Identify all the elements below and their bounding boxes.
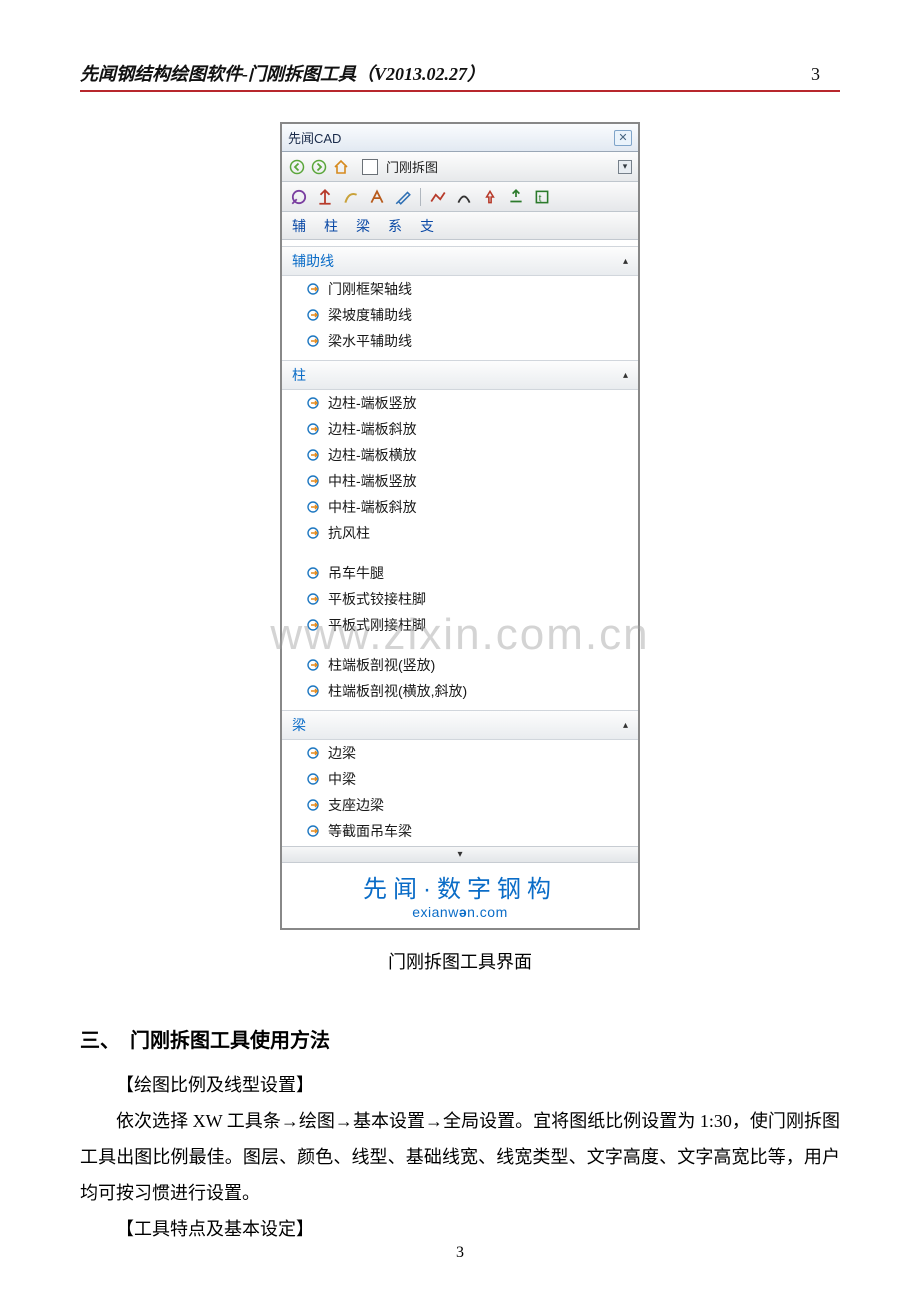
- forward-icon[interactable]: [310, 158, 328, 176]
- group-title: 柱: [292, 365, 306, 385]
- list-item[interactable]: 中梁: [282, 766, 638, 792]
- list-item[interactable]: 梁坡度辅助线: [282, 302, 638, 328]
- cad-tree: 辅助线 ▴ 门刚框架轴线 梁坡度辅助线 梁水平辅助线 柱 ▴ 边柱-端板竖放 边…: [282, 240, 638, 846]
- paragraph: 【工具特点及基本设定】: [80, 1211, 840, 1247]
- scroll-down-icon[interactable]: ▾: [282, 846, 638, 862]
- home-icon[interactable]: [332, 158, 350, 176]
- list-item[interactable]: 边柱-端板竖放: [282, 390, 638, 416]
- group-header-column[interactable]: 柱 ▴: [282, 360, 638, 390]
- bullet-icon: [306, 566, 320, 580]
- group-header-aux[interactable]: 辅助线 ▴: [282, 246, 638, 276]
- list-item[interactable]: 中柱-端板斜放: [282, 494, 638, 520]
- tab-system[interactable]: 系: [388, 216, 402, 236]
- cad-window-title: 先闻CAD: [288, 128, 341, 147]
- tool-icon-4[interactable]: [368, 188, 386, 206]
- bullet-icon: [306, 500, 320, 514]
- group-title: 辅助线: [292, 251, 334, 271]
- header-page-number: 3: [811, 64, 840, 85]
- list-item[interactable]: 中柱-端板竖放: [282, 468, 638, 494]
- collapse-icon[interactable]: ▴: [623, 370, 628, 381]
- list-item[interactable]: 平板式刚接柱脚: [282, 612, 638, 638]
- bullet-icon: [306, 308, 320, 322]
- bullet-icon: [306, 334, 320, 348]
- cad-panel: 先闻CAD ✕ 门刚拆图 ▾: [280, 122, 640, 930]
- tool-icon-9[interactable]: [507, 188, 525, 206]
- list-item[interactable]: 边柱-端板斜放: [282, 416, 638, 442]
- list-item[interactable]: 梁水平辅助线: [282, 328, 638, 354]
- back-icon[interactable]: [288, 158, 306, 176]
- bullet-icon: [306, 618, 320, 632]
- bullet-icon: [306, 592, 320, 606]
- bullet-icon: [306, 396, 320, 410]
- bullet-icon: [306, 746, 320, 760]
- tool-icon-10[interactable]: t: [533, 188, 551, 206]
- group-title: 梁: [292, 715, 306, 735]
- bullet-icon: [306, 824, 320, 838]
- bullet-icon: [306, 684, 320, 698]
- tool-icon-1[interactable]: [290, 188, 308, 206]
- toolbar-separator: [420, 188, 421, 206]
- tool-icon-5[interactable]: [394, 188, 412, 206]
- list-item[interactable]: 等截面吊车梁: [282, 818, 638, 844]
- cad-toolbar: t: [282, 182, 638, 212]
- list-item[interactable]: 门刚框架轴线: [282, 276, 638, 302]
- figure-caption: 门刚拆图工具界面: [80, 948, 840, 974]
- logo-main-text: 先闻·数字钢构: [282, 869, 638, 904]
- page-header: 先闻钢结构绘图软件-门刚拆图工具（V2013.02.27） 3: [80, 60, 840, 92]
- paragraph: 【绘图比例及线型设置】: [80, 1067, 840, 1103]
- cad-nav-bar: 门刚拆图 ▾: [282, 152, 638, 182]
- logo-sub-text: exianwən.com: [282, 904, 638, 920]
- bullet-icon: [306, 448, 320, 462]
- header-title: 先闻钢结构绘图软件-门刚拆图工具（V2013.02.27）: [80, 60, 485, 86]
- list-item[interactable]: 边梁: [282, 740, 638, 766]
- list-item[interactable]: 平板式铰接柱脚: [282, 586, 638, 612]
- bullet-icon: [306, 658, 320, 672]
- bullet-icon: [306, 526, 320, 540]
- tab-aux[interactable]: 辅: [292, 216, 306, 236]
- tab-beam[interactable]: 梁: [356, 216, 370, 236]
- footer-page-number: 3: [0, 1244, 920, 1262]
- bullet-icon: [306, 422, 320, 436]
- bullet-icon: [306, 282, 320, 296]
- list-item[interactable]: 抗风柱: [282, 520, 638, 546]
- tool-icon-3[interactable]: [342, 188, 360, 206]
- tab-column[interactable]: 柱: [324, 216, 338, 236]
- brand-logo: 先闻·数字钢构 exianwən.com: [282, 862, 638, 928]
- group-header-beam[interactable]: 梁 ▴: [282, 710, 638, 740]
- collapse-icon[interactable]: ▴: [623, 720, 628, 731]
- list-item[interactable]: 支座边梁: [282, 792, 638, 818]
- svg-text:t: t: [539, 193, 542, 204]
- dropdown-icon[interactable]: ▾: [618, 160, 632, 174]
- collapse-icon[interactable]: ▴: [623, 256, 628, 267]
- nav-label: 门刚拆图: [386, 157, 614, 176]
- list-item[interactable]: 吊车牛腿: [282, 560, 638, 586]
- bullet-icon: [306, 474, 320, 488]
- stop-icon[interactable]: [362, 159, 378, 175]
- tab-brace[interactable]: 支: [420, 216, 434, 236]
- list-item[interactable]: 边柱-端板横放: [282, 442, 638, 468]
- list-item[interactable]: 柱端板剖视(横放,斜放): [282, 678, 638, 704]
- bullet-icon: [306, 772, 320, 786]
- bullet-icon: [306, 798, 320, 812]
- tool-icon-8[interactable]: [481, 188, 499, 206]
- tool-icon-6[interactable]: [429, 188, 447, 206]
- cad-titlebar: 先闻CAD ✕: [282, 124, 638, 152]
- tool-icon-7[interactable]: [455, 188, 473, 206]
- paragraph: 依次选择 XW 工具条→绘图→基本设置→全局设置。宜将图纸比例设置为 1:30，…: [80, 1103, 840, 1211]
- list-item[interactable]: 柱端板剖视(竖放): [282, 652, 638, 678]
- cad-tabs: 辅 柱 梁 系 支: [282, 212, 638, 240]
- tool-icon-2[interactable]: [316, 188, 334, 206]
- section-heading: 三、 门刚拆图工具使用方法: [80, 1024, 840, 1053]
- close-icon[interactable]: ✕: [614, 130, 632, 146]
